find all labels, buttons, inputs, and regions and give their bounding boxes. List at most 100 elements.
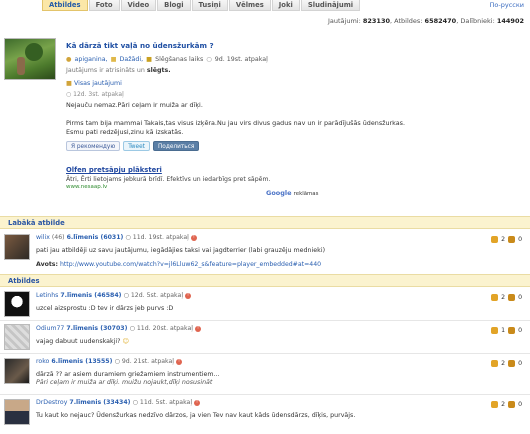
clock-icon: ○ bbox=[206, 56, 212, 63]
question-title: Kā dārzā tikt vaļā no ūdensžurkām ? bbox=[66, 41, 214, 50]
ad-url[interactable]: www.nesaap.lv bbox=[66, 184, 406, 190]
google-logo: Google bbox=[266, 189, 292, 197]
avatar[interactable] bbox=[4, 324, 30, 350]
answer-time: 9d. 21st. atpakaļ bbox=[121, 358, 175, 365]
answer-item: roko 6.līmenis (13555) ○ 9d. 21st. atpak… bbox=[0, 354, 530, 394]
question-body-line: Pirms tam bija mammai Takais,tas visus i… bbox=[66, 119, 406, 127]
report-icon[interactable]: ! bbox=[185, 292, 192, 299]
answer-text: dārzā ?? ar asiem duramiem griežamiem in… bbox=[36, 371, 220, 387]
clock-icon: ○ bbox=[66, 91, 72, 98]
avatar[interactable] bbox=[4, 399, 30, 425]
language-link[interactable]: По-русски bbox=[490, 1, 524, 9]
avatar[interactable] bbox=[4, 291, 30, 317]
report-icon[interactable]: ! bbox=[190, 234, 197, 241]
answer-level[interactable]: 6.līmenis (6031) bbox=[67, 234, 124, 241]
answer-header: DrDestroy 7.līmenis (33434) ○ 11d. 5st. … bbox=[36, 399, 201, 406]
tab-blogi[interactable]: Blogi bbox=[157, 0, 191, 11]
tab-atbildes[interactable]: Atbildes bbox=[42, 0, 88, 11]
tab-foto[interactable]: Foto bbox=[88, 0, 120, 11]
answers-count: 6582470 bbox=[424, 17, 457, 25]
ad-title[interactable]: Olfen pretsāpju plāksteri bbox=[66, 166, 406, 174]
thumbs-down-icon[interactable] bbox=[508, 401, 516, 408]
answer-user[interactable]: Odium77 bbox=[36, 325, 64, 332]
smiley-icon: ☺ bbox=[122, 338, 130, 345]
thumbs-up-icon[interactable] bbox=[491, 401, 499, 408]
best-answer: wilix (46) 6.līmenis (6031) ○ 11d. 19st.… bbox=[0, 230, 530, 276]
answers-label: Atbildes: bbox=[394, 17, 423, 25]
vote-up-count: 1 bbox=[501, 327, 506, 334]
status-value: slēgts. bbox=[146, 67, 171, 74]
question-posted: ○ 12d. 3st. atpakaļ bbox=[66, 91, 124, 98]
facebook-share-button[interactable]: Я рекомендую bbox=[66, 141, 121, 151]
thumbs-up-icon[interactable] bbox=[491, 294, 499, 301]
thumbs-up-icon[interactable] bbox=[491, 327, 499, 334]
twitter-share-button[interactable]: Tweet bbox=[123, 141, 150, 151]
answer-time: 11d. 20st. atpakaļ bbox=[136, 325, 193, 332]
thumbs-down-icon[interactable] bbox=[508, 294, 516, 301]
questions-count: 823130 bbox=[362, 17, 390, 25]
vote-down-count: 0 bbox=[518, 294, 522, 301]
question-time: 9d. 19st. atpakaļ bbox=[214, 56, 268, 63]
answer-user[interactable]: wilix bbox=[36, 234, 50, 241]
answer-user[interactable]: roko bbox=[36, 358, 49, 365]
all-questions-link[interactable]: ■ Visas jautājumi bbox=[66, 80, 122, 87]
ad-text: Ātri, Ērti lietojams jebkurā brīdī. Efek… bbox=[66, 176, 271, 183]
question-body: Nejauču nemaz.Pāri ceļam ir muiža ar dīķ… bbox=[66, 101, 506, 137]
clock-icon: ○ bbox=[123, 292, 129, 299]
question-category[interactable]: Dažādi, bbox=[120, 56, 144, 63]
clock-icon: ○ bbox=[125, 234, 131, 241]
posted-time: 12d. 3st. atpakaļ bbox=[73, 91, 124, 98]
vk-share-button[interactable]: Поделиться bbox=[152, 141, 200, 151]
thumbs-down-icon[interactable] bbox=[508, 327, 516, 334]
question-body-line: Nejauču nemaz.Pāri ceļam ir muiža ar dīķ… bbox=[66, 101, 203, 109]
answer-source: Avots: http://www.youtube.com/watch?v=jl… bbox=[36, 261, 321, 268]
tab-joki[interactable]: Joki bbox=[271, 0, 300, 11]
question-image[interactable] bbox=[4, 38, 56, 80]
site-stats: Jautājumi: 823130, Atbildes: 6582470, Da… bbox=[327, 17, 524, 25]
answer-user[interactable]: Letinhs bbox=[36, 292, 58, 299]
avatar[interactable] bbox=[4, 234, 30, 260]
answer-level[interactable]: 7.līmenis (33434) bbox=[69, 399, 130, 406]
thumbs-up-icon[interactable] bbox=[491, 236, 499, 243]
answer-text: uzcel aizsprostu :D tev ir dārzs jeb pur… bbox=[36, 305, 174, 312]
avatar[interactable] bbox=[4, 358, 30, 384]
tab-velmes[interactable]: Vēlmes bbox=[228, 0, 271, 11]
report-icon[interactable]: ! bbox=[194, 325, 201, 332]
answer-level[interactable]: 6.līmenis (13555) bbox=[51, 358, 112, 365]
person-shape bbox=[17, 57, 25, 75]
tab-sludinajumi[interactable]: Sludinājumi bbox=[300, 0, 361, 11]
user-icon: ● bbox=[66, 56, 72, 63]
source-link[interactable]: http://www.youtube.com/watch?v=jl6Lluw62… bbox=[60, 261, 321, 268]
vote-down-count: 0 bbox=[518, 327, 522, 334]
tab-tusini[interactable]: Tusiņi bbox=[191, 0, 228, 11]
question-author[interactable]: apiganina, bbox=[75, 56, 108, 63]
answer-header: Letinhs 7.līmenis (46584) ○ 12d. 5st. at… bbox=[36, 292, 192, 299]
vote-controls: 2 0 bbox=[491, 294, 522, 301]
advertisement: Olfen pretsāpju plāksteri Ātri, Ērti lie… bbox=[66, 166, 406, 190]
vote-controls: 1 0 bbox=[491, 327, 522, 334]
google-ads-label[interactable]: Google reklāmas bbox=[266, 189, 318, 197]
all-questions-label: Visas jautājumi bbox=[73, 80, 122, 87]
answer-text-line: dārzā ?? ar asiem duramiem griežamiem in… bbox=[36, 371, 220, 378]
vote-up-count: 2 bbox=[501, 294, 506, 301]
thumbs-down-icon[interactable] bbox=[508, 360, 516, 367]
category-icon: ■ bbox=[110, 56, 117, 63]
tab-video[interactable]: Video bbox=[120, 0, 157, 11]
answer-text-quote: Pāri ceļam ir muiža ar dīķi. muižu nojau… bbox=[36, 379, 213, 386]
members-label: Dalībnieki: bbox=[460, 17, 495, 25]
answer-item: Odium77 7.līmenis (30703) ○ 11d. 20st. a… bbox=[0, 321, 530, 354]
vote-up-count: 2 bbox=[501, 360, 506, 367]
vote-controls: 2 0 bbox=[491, 236, 522, 243]
nav-tabs: Atbildes Foto Video Blogi Tusiņi Vēlmes … bbox=[42, 0, 361, 11]
answer-user[interactable]: DrDestroy bbox=[36, 399, 67, 406]
members-count: 144902 bbox=[496, 17, 524, 25]
answer-level[interactable]: 7.līmenis (46584) bbox=[60, 292, 121, 299]
thumbs-up-icon[interactable] bbox=[491, 360, 499, 367]
answer-level[interactable]: 7.līmenis (30703) bbox=[66, 325, 127, 332]
report-icon[interactable]: ! bbox=[194, 399, 201, 406]
report-icon[interactable]: ! bbox=[176, 358, 183, 365]
status-prefix: Jautājums ir atrisināts un bbox=[66, 67, 145, 74]
thumbs-down-icon[interactable] bbox=[508, 236, 516, 243]
clock-icon: ○ bbox=[132, 399, 138, 406]
answers-header: Atbildes bbox=[0, 274, 530, 287]
